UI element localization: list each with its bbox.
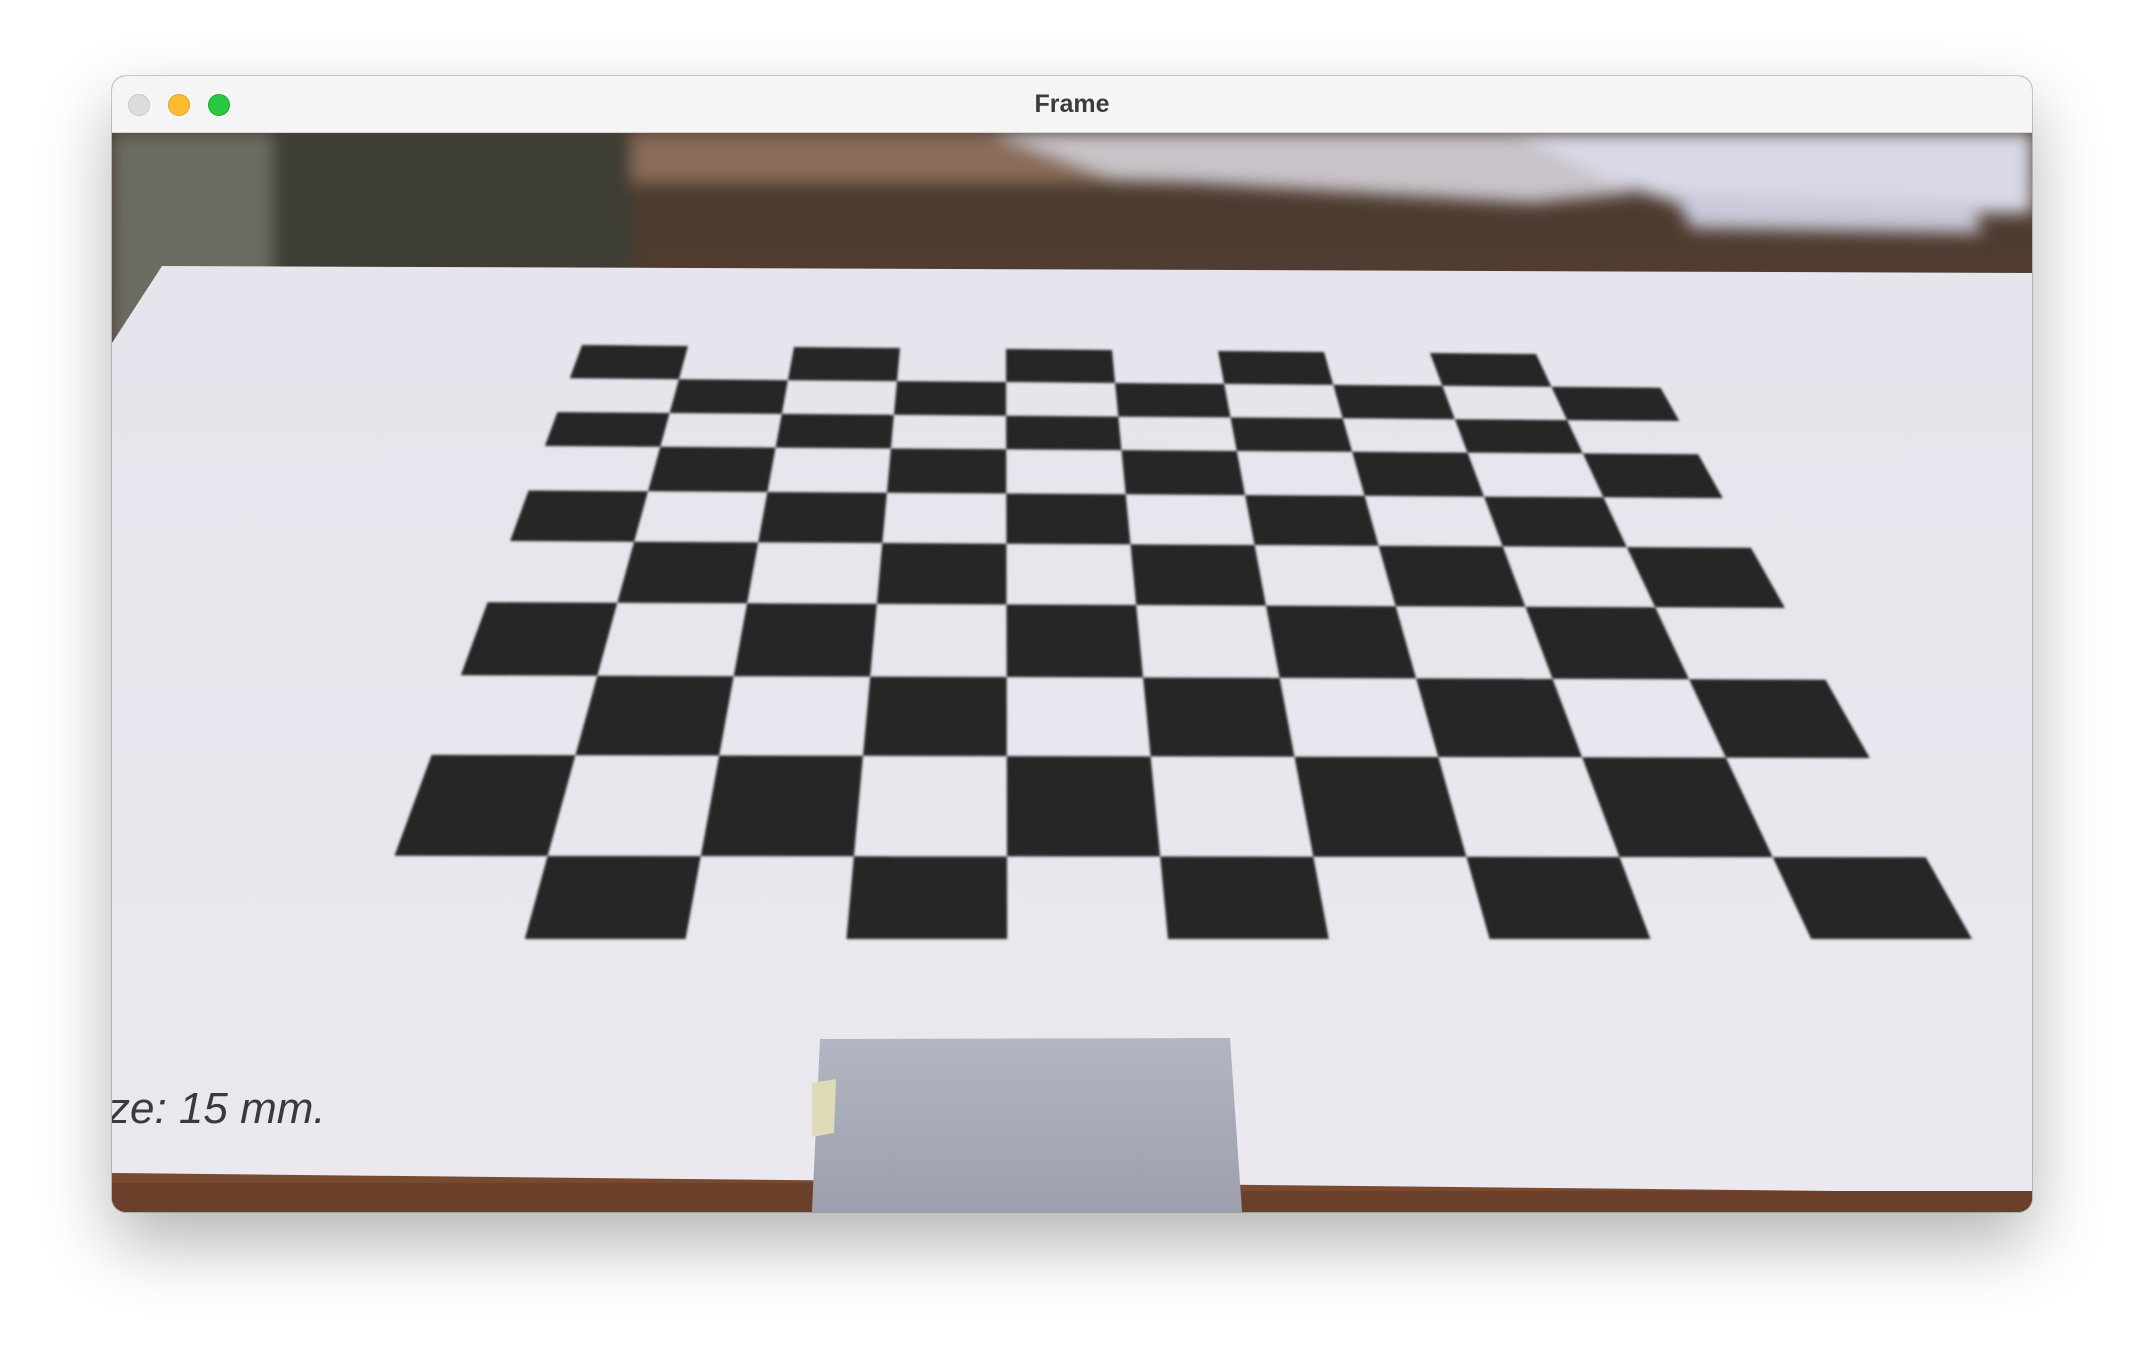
desk-edge xyxy=(112,1183,812,1212)
board-square xyxy=(1115,383,1231,418)
board-square xyxy=(1006,756,1161,857)
board-square xyxy=(1466,856,1651,939)
board-square xyxy=(846,856,1008,939)
window-title: Frame xyxy=(1034,90,1110,118)
board-square xyxy=(510,490,648,542)
board-square xyxy=(1484,496,1627,548)
board-square xyxy=(876,543,1007,605)
square-size-caption: ze: 15 mm. xyxy=(112,1084,326,1133)
board-square xyxy=(1006,604,1144,678)
board-square xyxy=(544,412,670,447)
board-square xyxy=(575,675,734,756)
board-square xyxy=(886,448,1007,494)
board-square xyxy=(1245,495,1379,546)
board-square xyxy=(648,446,776,492)
app-window: Frame ze: 15 mm. xyxy=(112,76,2032,1212)
board-square xyxy=(1551,386,1680,421)
board-square xyxy=(1130,544,1266,606)
board-square xyxy=(1378,545,1526,607)
board-square xyxy=(1121,450,1246,496)
board-square xyxy=(669,379,788,414)
title-bar[interactable]: Frame xyxy=(112,76,2032,133)
board-square xyxy=(1143,677,1295,757)
board-square xyxy=(787,347,900,382)
board-square xyxy=(1006,349,1116,383)
board-square xyxy=(775,413,894,449)
camera-image: ze: 15 mm. xyxy=(112,133,2032,1212)
tape-strip xyxy=(812,1079,836,1137)
board-square xyxy=(893,381,1007,416)
board-square xyxy=(1430,353,1552,387)
board-square xyxy=(617,541,759,604)
board-square xyxy=(1006,493,1131,545)
camera-frame: ze: 15 mm. xyxy=(112,133,2032,1212)
board-square xyxy=(863,676,1007,757)
board-square xyxy=(460,602,618,676)
board-square xyxy=(1352,451,1484,497)
board-square xyxy=(733,603,877,677)
board-square xyxy=(1294,756,1467,857)
board-square xyxy=(1454,419,1583,454)
board-square xyxy=(1266,605,1417,679)
board-square xyxy=(1333,384,1455,420)
board-square xyxy=(1006,415,1122,451)
board-square xyxy=(1218,351,1334,385)
foam-block xyxy=(812,1038,1242,1212)
board-square xyxy=(569,345,688,380)
board-square xyxy=(758,492,887,543)
board-square xyxy=(524,856,701,939)
board-square xyxy=(1230,417,1353,452)
board-square xyxy=(700,755,863,857)
board-square xyxy=(1160,856,1329,939)
